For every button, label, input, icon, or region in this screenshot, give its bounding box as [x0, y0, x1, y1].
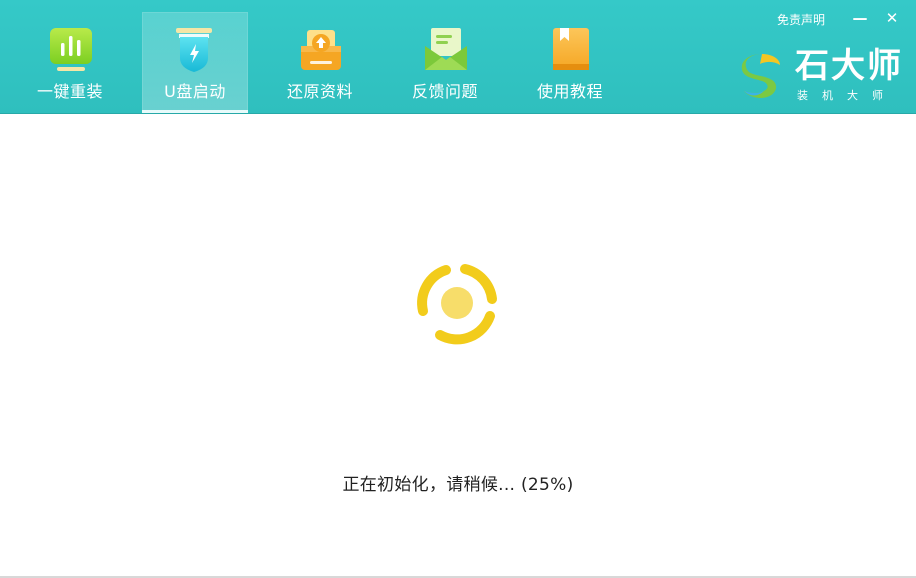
status-text: 正在初始化，请稍候... (25%) — [342, 475, 574, 495]
brand-subtitle: 装机大师 — [797, 89, 897, 102]
nav-label: 一键重装 — [36, 82, 103, 101]
nav-label: 还原资料 — [286, 82, 353, 101]
spinner-core — [441, 287, 473, 319]
usb-drive-icon — [176, 28, 212, 72]
disclaimer-link[interactable]: 免责声明 — [777, 11, 825, 28]
nav-usb-boot[interactable]: U盘启动 — [142, 12, 248, 113]
main-content: 正在初始化，请稍候... (25%) — [0, 114, 916, 578]
top-toolbar: 一键重装 U盘启动 还原资料 反馈问题 使用教程 免责声明 — ✕ 石大师 装机… — [0, 0, 916, 114]
brand-mark-icon — [741, 54, 780, 98]
nav-label: 反馈问题 — [411, 82, 478, 101]
restore-drive-icon — [301, 30, 341, 70]
loading-spinner-icon — [417, 264, 497, 345]
nav-tutorial[interactable]: 使用教程 — [517, 12, 623, 112]
nav-label: U盘启动 — [164, 82, 226, 101]
book-icon — [553, 28, 589, 70]
brand-logo: 石大师 装机大师 — [738, 47, 908, 105]
nav-one-click-reinstall[interactable]: 一键重装 — [17, 12, 123, 112]
brand-name: 石大师 — [795, 46, 903, 86]
nav-feedback[interactable]: 反馈问题 — [392, 12, 498, 112]
nav-restore-data[interactable]: 还原资料 — [267, 12, 373, 112]
bar-chart-icon — [50, 28, 92, 71]
minimize-button[interactable]: — — [851, 9, 869, 27]
nav-label: 使用教程 — [536, 82, 603, 101]
mail-envelope-icon — [425, 28, 467, 70]
spinner-arc — [435, 311, 495, 345]
close-button[interactable]: ✕ — [883, 9, 901, 27]
